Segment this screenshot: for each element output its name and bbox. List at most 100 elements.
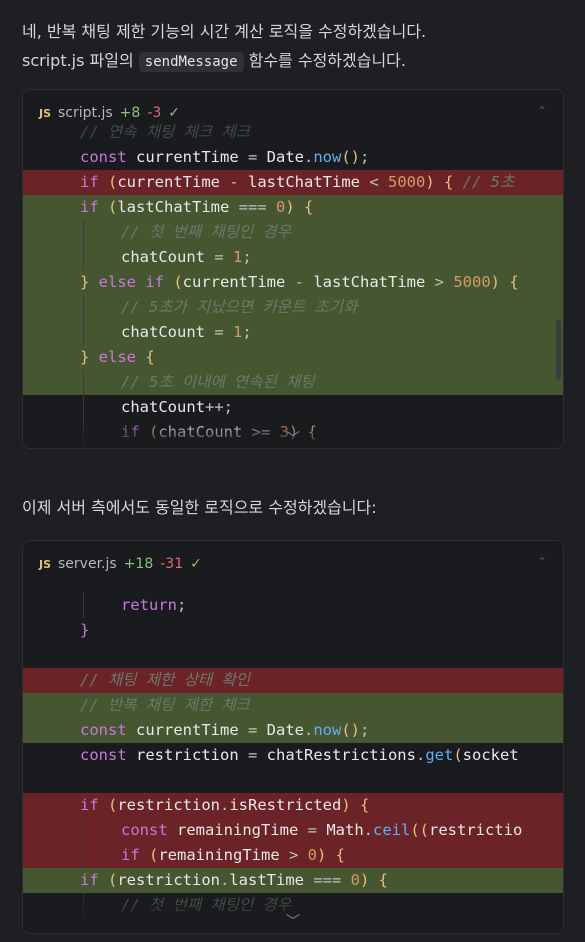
code-token: // 5초: [462, 173, 515, 191]
intro-line-2-suffix: 함수를 수정하겠습니다.: [243, 51, 406, 70]
code-token: if: [121, 846, 149, 864]
added-code-line: } else {: [23, 345, 563, 370]
code-token: // 채팅 제한 상태 확인: [80, 671, 251, 689]
code-token: (: [453, 746, 463, 764]
code-token: .: [303, 148, 314, 166]
code-token: lastChatTime: [248, 173, 370, 191]
code-token: Date: [266, 148, 304, 166]
indent-guide: [83, 395, 84, 420]
code-token: isRestricted: [229, 796, 342, 814]
code-token: ;: [242, 248, 252, 266]
check-icon: ✓: [190, 556, 202, 572]
code-token: }: [80, 273, 99, 291]
code-token: lastChatTime: [313, 273, 435, 291]
code-token: currentTime: [117, 173, 230, 191]
chevron-down-icon[interactable]: ﹀: [286, 911, 300, 931]
code-token: else: [98, 348, 146, 366]
code-token: chatCount: [121, 248, 215, 266]
code-line: const currentTime = Date.now();: [23, 145, 563, 170]
file-name[interactable]: server.js: [58, 556, 117, 572]
lines-added-count: +8: [119, 105, 141, 121]
indent-guide: [83, 245, 84, 270]
code-token: ++;: [205, 398, 233, 416]
intro-line-2: script.js 파일의 sendMessage 함수를 수정하겠습니다.: [22, 46, 571, 77]
code-token: =: [247, 148, 267, 166]
code-token: currentTime: [182, 273, 295, 291]
code-token: ceil: [373, 821, 411, 839]
code-token: chatCount: [121, 398, 205, 416]
code-token: 5000: [453, 273, 491, 291]
code-line: const restriction = chatRestrictions.get…: [23, 743, 563, 768]
check-icon: ✓: [168, 105, 181, 121]
code-token: isChatRestricted: [162, 448, 321, 449]
code-token: ) {: [425, 173, 463, 191]
code-token: remainingTime: [158, 846, 289, 864]
code-token: 0: [276, 198, 286, 216]
indent-guide: [83, 818, 84, 843]
code-token: ) {: [285, 198, 314, 216]
code-line: chatCount++;: [23, 395, 563, 420]
code-line: return;: [23, 593, 563, 618]
added-code-line: const currentTime = Date.now();: [23, 718, 563, 743]
file-name[interactable]: script.js: [58, 105, 113, 121]
javascript-file-icon: JS: [39, 106, 52, 120]
code-diff-body: return;} // 채팅 제한 상태 확인 // 반복 채팅 제한 체크 cons…: [23, 593, 563, 918]
code-token: return: [121, 596, 177, 614]
chevron-updown-icon[interactable]: ⌃: [537, 555, 547, 569]
code-token: restrictio: [429, 821, 523, 839]
code-token: -: [294, 273, 314, 291]
added-code-line: // 반복 채팅 제한 체크: [23, 693, 563, 718]
code-token: .: [303, 721, 314, 739]
removed-code-line: const remainingTime = Math.ceil((restric…: [23, 818, 563, 843]
code-token: restriction: [117, 796, 220, 814]
removed-code-line: if (currentTime - lastChatTime < 5000) {…: [23, 170, 563, 195]
chevron-updown-icon[interactable]: ⌃: [537, 104, 547, 118]
code-token: =: [307, 821, 327, 839]
code-card-header[interactable]: JS server.js +18 -31 ✓ ⌃: [23, 541, 563, 587]
code-token: restriction: [136, 746, 248, 764]
code-token: ===: [238, 198, 276, 216]
scrollbar[interactable]: [556, 320, 561, 380]
added-code-line: if (restriction.lastTime === 0) {: [23, 868, 563, 893]
javascript-file-icon: JS: [39, 557, 52, 571]
code-token: socket: [462, 746, 519, 764]
code-token: else if: [98, 273, 174, 291]
code-token: .: [415, 746, 426, 764]
intro-paragraph: 네, 반복 채팅 제한 기능의 시간 계산 로직을 수정하겠습니다. scrip…: [22, 17, 571, 77]
code-token: ;: [377, 448, 386, 449]
inline-code: sendMessage: [138, 52, 244, 72]
code-token: .: [220, 796, 230, 814]
code-token: ;: [360, 721, 370, 739]
code-token: const: [80, 721, 136, 739]
code-token: // 첫 번째 채팅인 경우: [121, 223, 292, 241]
code-token: ) {: [360, 871, 389, 889]
code-token: .: [363, 821, 373, 839]
code-token: =: [321, 448, 340, 449]
code-token: ) {: [341, 796, 370, 814]
between-paragraph: 이제 서버 측에서도 동일한 로직으로 수정하겠습니다:: [22, 498, 377, 517]
added-code-line: // 첫 번째 채팅인 경우: [23, 220, 563, 245]
code-token: 1: [233, 323, 243, 341]
code-token: Math: [326, 821, 364, 839]
code-token: const: [80, 746, 136, 764]
code-token: ) {: [317, 846, 346, 864]
code-token: Date: [266, 721, 304, 739]
code-token: true: [339, 448, 376, 449]
code-token: ((: [410, 821, 429, 839]
code-token: ;: [360, 148, 370, 166]
code-token: (: [108, 198, 118, 216]
code-token: remainingTime: [177, 821, 308, 839]
code-token: if: [80, 198, 108, 216]
code-diff-card-server: JS server.js +18 -31 ✓ ⌃ return;} // 채팅 제…: [22, 540, 564, 934]
added-code-line: // 5초가 지났으면 카운트 초기화: [23, 295, 563, 320]
code-token: =: [214, 248, 233, 266]
removed-code-line: if (restriction.isRestricted) {: [23, 793, 563, 818]
code-token: get: [425, 746, 454, 764]
code-token: =: [247, 721, 267, 739]
code-token: if: [80, 871, 108, 889]
chevron-down-icon[interactable]: ﹀: [286, 428, 300, 448]
lines-added-count: +18: [123, 556, 154, 572]
code-token: lastChatTime: [117, 198, 239, 216]
code-token: >: [289, 846, 308, 864]
